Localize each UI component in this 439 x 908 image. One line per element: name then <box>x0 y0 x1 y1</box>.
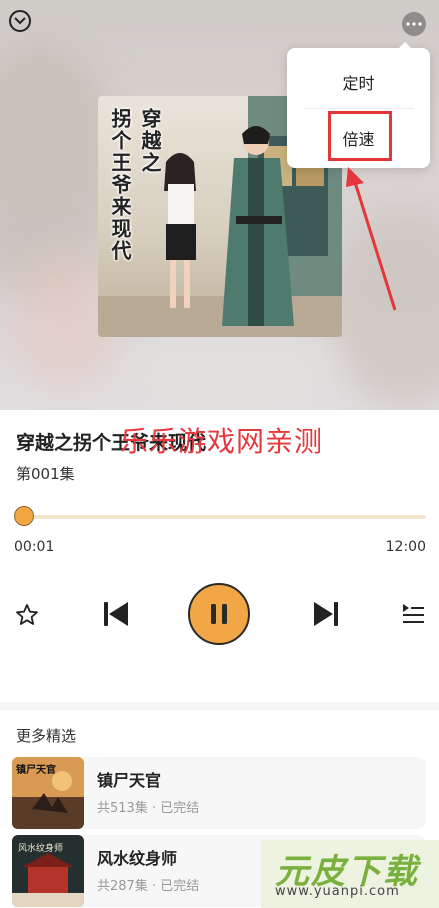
cover-title-line1: 穿越之 <box>138 108 162 174</box>
menu-item-timer[interactable]: 定时 <box>287 70 430 94</box>
thumb-title-2: 风水纹身师 <box>18 844 64 854</box>
item-meta: 共513集 · 已完结 <box>97 801 200 816</box>
more-dots-icon <box>406 22 422 26</box>
list-item[interactable]: 镇尸天官 镇尸天官 共513集 · 已完结 <box>12 757 426 829</box>
star-icon <box>16 604 38 625</box>
item-title: 风水纹身师 <box>97 849 178 868</box>
watermark-text: 乐乐游戏网亲测 <box>120 425 324 458</box>
site-logo: 元皮下载 www.yuanpi.com <box>261 840 439 908</box>
skip-previous-icon <box>104 602 128 626</box>
pause-icon <box>211 604 227 624</box>
playlist-icon <box>403 604 424 623</box>
playlist-button[interactable] <box>400 601 426 627</box>
skip-next-icon <box>314 602 338 626</box>
episode-label: 第001集 <box>16 465 75 483</box>
favorite-button[interactable] <box>14 602 40 628</box>
cover-title-line2: 拐个王爷来现代 <box>108 108 132 262</box>
logo-url: www.yuanpi.com <box>275 884 400 899</box>
annotation-arrow-icon <box>346 167 397 311</box>
item-title: 镇尸天官 <box>97 771 162 790</box>
next-button[interactable] <box>311 599 341 629</box>
more-options-button[interactable] <box>402 12 426 36</box>
more-section-title: 更多精选 <box>16 727 77 745</box>
progress-thumb[interactable] <box>14 506 34 526</box>
pause-button[interactable] <box>188 583 250 645</box>
item-thumbnail: 镇尸天官 <box>12 757 84 829</box>
speed-highlight-box <box>328 111 392 161</box>
item-thumbnail: 风水纹身师 <box>12 835 84 907</box>
menu-divider <box>303 108 414 109</box>
item-meta: 共287集 · 已完结 <box>97 879 200 894</box>
total-time: 12:00 <box>385 539 426 555</box>
chevron-down-icon <box>14 17 26 25</box>
collapse-button[interactable] <box>9 10 31 32</box>
progress-bar[interactable] <box>24 515 426 519</box>
section-divider <box>0 702 439 710</box>
previous-button[interactable] <box>101 599 131 629</box>
current-time: 00:01 <box>14 539 55 555</box>
thumb-title-1: 镇尸天官 <box>16 765 56 776</box>
